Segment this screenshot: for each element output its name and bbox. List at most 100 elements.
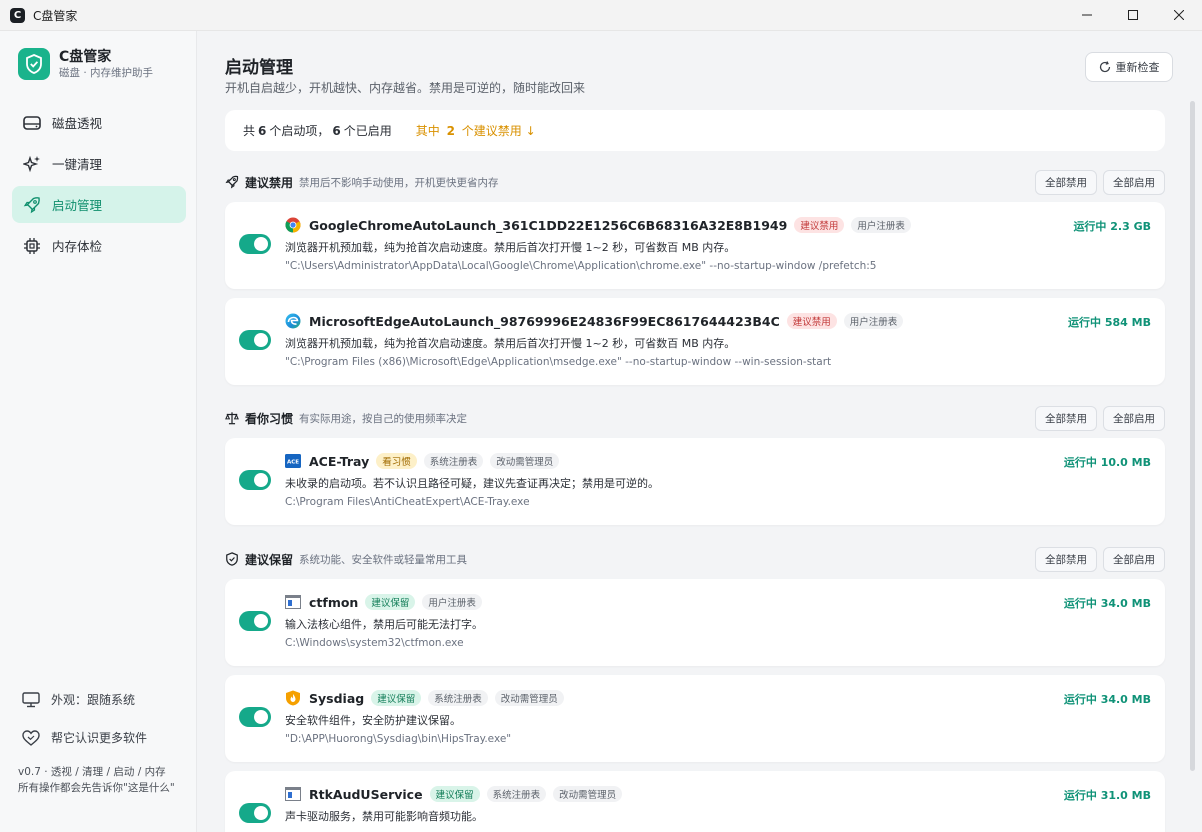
admin-required-badge: 改动需管理员 (553, 786, 623, 802)
enable-all-button[interactable]: 全部启用 (1103, 405, 1165, 431)
sidebar-nav: 磁盘透视 一键清理 启动管理 内存体检 (12, 104, 186, 268)
page-title: 启动管理 (225, 58, 293, 78)
startup-item-path: "C:\Program Files (x86)\Microsoft\Edge\A… (285, 356, 832, 368)
running-memory-status: 运行中 584 MB (1068, 316, 1151, 329)
source-badge: 系统注册表 (486, 786, 547, 802)
main-scrollbar[interactable] (1190, 101, 1195, 771)
startup-item-name: Sysdiag (309, 690, 365, 706)
source-badge: 系统注册表 (423, 453, 484, 469)
section-header-keep: 建议保留 系统功能、安全软件或轻量常用工具 全部禁用 全部启用 (225, 546, 1165, 572)
edge-logo-icon (285, 313, 301, 329)
balance-scale-icon (225, 412, 239, 425)
rocket-icon (23, 196, 40, 213)
window-app-icon (285, 594, 301, 610)
sidebar-item-clean[interactable]: 一键清理 (12, 145, 186, 182)
startup-toggle[interactable] (239, 803, 271, 823)
source-badge: 用户注册表 (851, 217, 911, 233)
enable-all-button[interactable]: 全部启用 (1103, 169, 1165, 195)
sidebar-item-label: 一键清理 (52, 157, 103, 172)
minimize-button[interactable] (1064, 0, 1110, 31)
chrome-logo-icon (285, 217, 301, 233)
appearance-link[interactable]: 外观：跟随系统 (12, 683, 186, 716)
startup-toggle[interactable] (239, 611, 271, 631)
recheck-label: 重新检查 (1115, 61, 1160, 74)
window-app-icon (285, 786, 301, 802)
rocket-icon (225, 175, 239, 189)
startup-item-name: ctfmon (309, 594, 359, 610)
close-button[interactable] (1156, 0, 1202, 31)
summary-suffix: 个已启用 (343, 124, 392, 138)
help-link[interactable]: 帮它认识更多软件 (12, 721, 186, 754)
startup-item-name: GoogleChromeAutoLaunch_361C1DD22E1256C6B… (309, 217, 788, 233)
sidebar-footer-links: 外观：跟随系统 帮它认识更多软件 (12, 683, 186, 754)
startup-item-card: Sysdiag 建议保留 系统注册表 改动需管理员 安全软件组件，安全防护建议保… (225, 675, 1165, 762)
startup-item-path: "D:\APP\Huorong\Sysdiag\bin\HipsTray.exe… (285, 733, 512, 745)
running-memory-status: 运行中 10.0 MB (1063, 456, 1151, 469)
sparkles-icon (23, 155, 40, 172)
hint-prefix: 其中 (415, 124, 440, 138)
section-desc: 系统功能、安全软件或轻量常用工具 (299, 553, 468, 566)
refresh-icon (1099, 61, 1110, 73)
main-panel: 启动管理 开机自启越少，开机越快、内存越省。禁用是可逆的，随时能改回来 重新检查… (197, 31, 1202, 832)
startup-item-card: RtkAudUService 建议保留 系统注册表 改动需管理员 声卡驱动服务，… (225, 771, 1165, 832)
admin-required-badge: 改动需管理员 (490, 453, 560, 469)
hint-suffix: 个建议禁用 ↓ (461, 124, 536, 138)
admin-required-badge: 改动需管理员 (494, 690, 564, 706)
version-info: v0.7 · 透视 / 清理 / 启动 / 内存 所有操作都会先告诉你"这是什么… (18, 764, 188, 796)
sidebar-item-startup[interactable]: 启动管理 (12, 186, 186, 223)
brand-shield-icon (18, 48, 50, 80)
startup-toggle[interactable] (239, 234, 271, 254)
section-header-disable: 建议禁用 禁用后不影响手动使用，开机更快更省内存 全部禁用 全部启用 (225, 169, 1165, 195)
page-subtitle: 开机自启越少，开机越快、内存越省。禁用是可逆的，随时能改回来 (225, 81, 586, 95)
source-badge: 用户注册表 (422, 594, 482, 610)
maximize-icon (1128, 10, 1138, 20)
help-label: 帮它认识更多软件 (51, 731, 148, 745)
startup-toggle[interactable] (239, 470, 271, 490)
startup-item-desc: 浏览器开机预加载，纯为抢首次启动速度。禁用后首次打开慢 1~2 秒，可省数百 M… (285, 241, 736, 254)
sidebar-item-memory[interactable]: 内存体检 (12, 227, 186, 264)
summary-hint[interactable]: 其中 2 个建议禁用 ↓ (416, 122, 536, 139)
section-title: 看你习惯 (245, 411, 294, 426)
disable-all-button[interactable]: 全部禁用 (1035, 405, 1097, 431)
brand-name: C盘管家 (59, 48, 112, 65)
startup-item-desc: 输入法核心组件，禁用后可能无法打字。 (285, 618, 483, 631)
recommend-disable-badge: 建议禁用 (794, 217, 845, 233)
sidebar: C盘管家 磁盘 · 内存维护助手 磁盘透视 一键清理 启动管理 内存体检 外观：… (0, 31, 197, 832)
disable-all-button[interactable]: 全部禁用 (1035, 169, 1097, 195)
recommend-keep-badge: 建议保留 (429, 786, 480, 802)
section-title: 建议禁用 (245, 175, 294, 190)
svg-text:ACE: ACE (287, 460, 299, 466)
recommend-keep-badge: 建议保留 (371, 690, 422, 706)
summary-total-count: 6 (258, 123, 267, 138)
summary-mid: 个启动项， (269, 124, 330, 138)
recommend-keep-badge: 建议保留 (365, 594, 416, 610)
startup-toggle[interactable] (239, 330, 271, 350)
startup-item-name: MicrosoftEdgeAutoLaunch_98769996E24836F9… (309, 313, 780, 329)
sidebar-item-label: 磁盘透视 (52, 116, 103, 131)
startup-item-card: ACE ACE-Tray 看习惯 系统注册表 改动需管理员 未收录的启动项。若不… (225, 438, 1165, 525)
startup-item-card: GoogleChromeAutoLaunch_361C1DD22E1256C6B… (225, 202, 1165, 289)
disable-all-button[interactable]: 全部禁用 (1035, 546, 1097, 572)
monitor-icon (22, 691, 40, 707)
section-desc: 有实际用途，按自己的使用频率决定 (299, 412, 468, 425)
close-icon (1174, 10, 1184, 20)
section-title: 建议保留 (245, 552, 294, 567)
startup-toggle[interactable] (239, 707, 271, 727)
startup-item-path: C:\Program Files\AntiCheatExpert\ACE-Tra… (285, 496, 530, 508)
recheck-button[interactable]: 重新检查 (1085, 52, 1173, 82)
sidebar-item-disk[interactable]: 磁盘透视 (12, 104, 186, 141)
section-desc: 禁用后不影响手动使用，开机更快更省内存 (299, 176, 499, 189)
startup-item-card: ctfmon 建议保留 用户注册表 输入法核心组件，禁用后可能无法打字。 C:\… (225, 579, 1165, 666)
running-memory-status: 运行中 34.0 MB (1063, 597, 1151, 610)
startup-item-card: MicrosoftEdgeAutoLaunch_98769996E24836F9… (225, 298, 1165, 385)
recommend-disable-badge: 建议禁用 (786, 313, 837, 329)
section-header-habit: 看你习惯 有实际用途，按自己的使用频率决定 全部禁用 全部启用 (225, 405, 1165, 431)
running-memory-status: 运行中 34.0 MB (1063, 693, 1151, 706)
brand: C盘管家 磁盘 · 内存维护助手 (18, 48, 153, 80)
maximize-button[interactable] (1110, 0, 1156, 31)
startup-item-desc: 声卡驱动服务，禁用可能影响音频功能。 (285, 810, 483, 823)
enable-all-button[interactable]: 全部启用 (1103, 546, 1165, 572)
sidebar-item-label: 内存体检 (52, 239, 103, 254)
running-memory-status: 运行中 31.0 MB (1063, 789, 1151, 802)
hint-count: 2 (446, 124, 455, 138)
